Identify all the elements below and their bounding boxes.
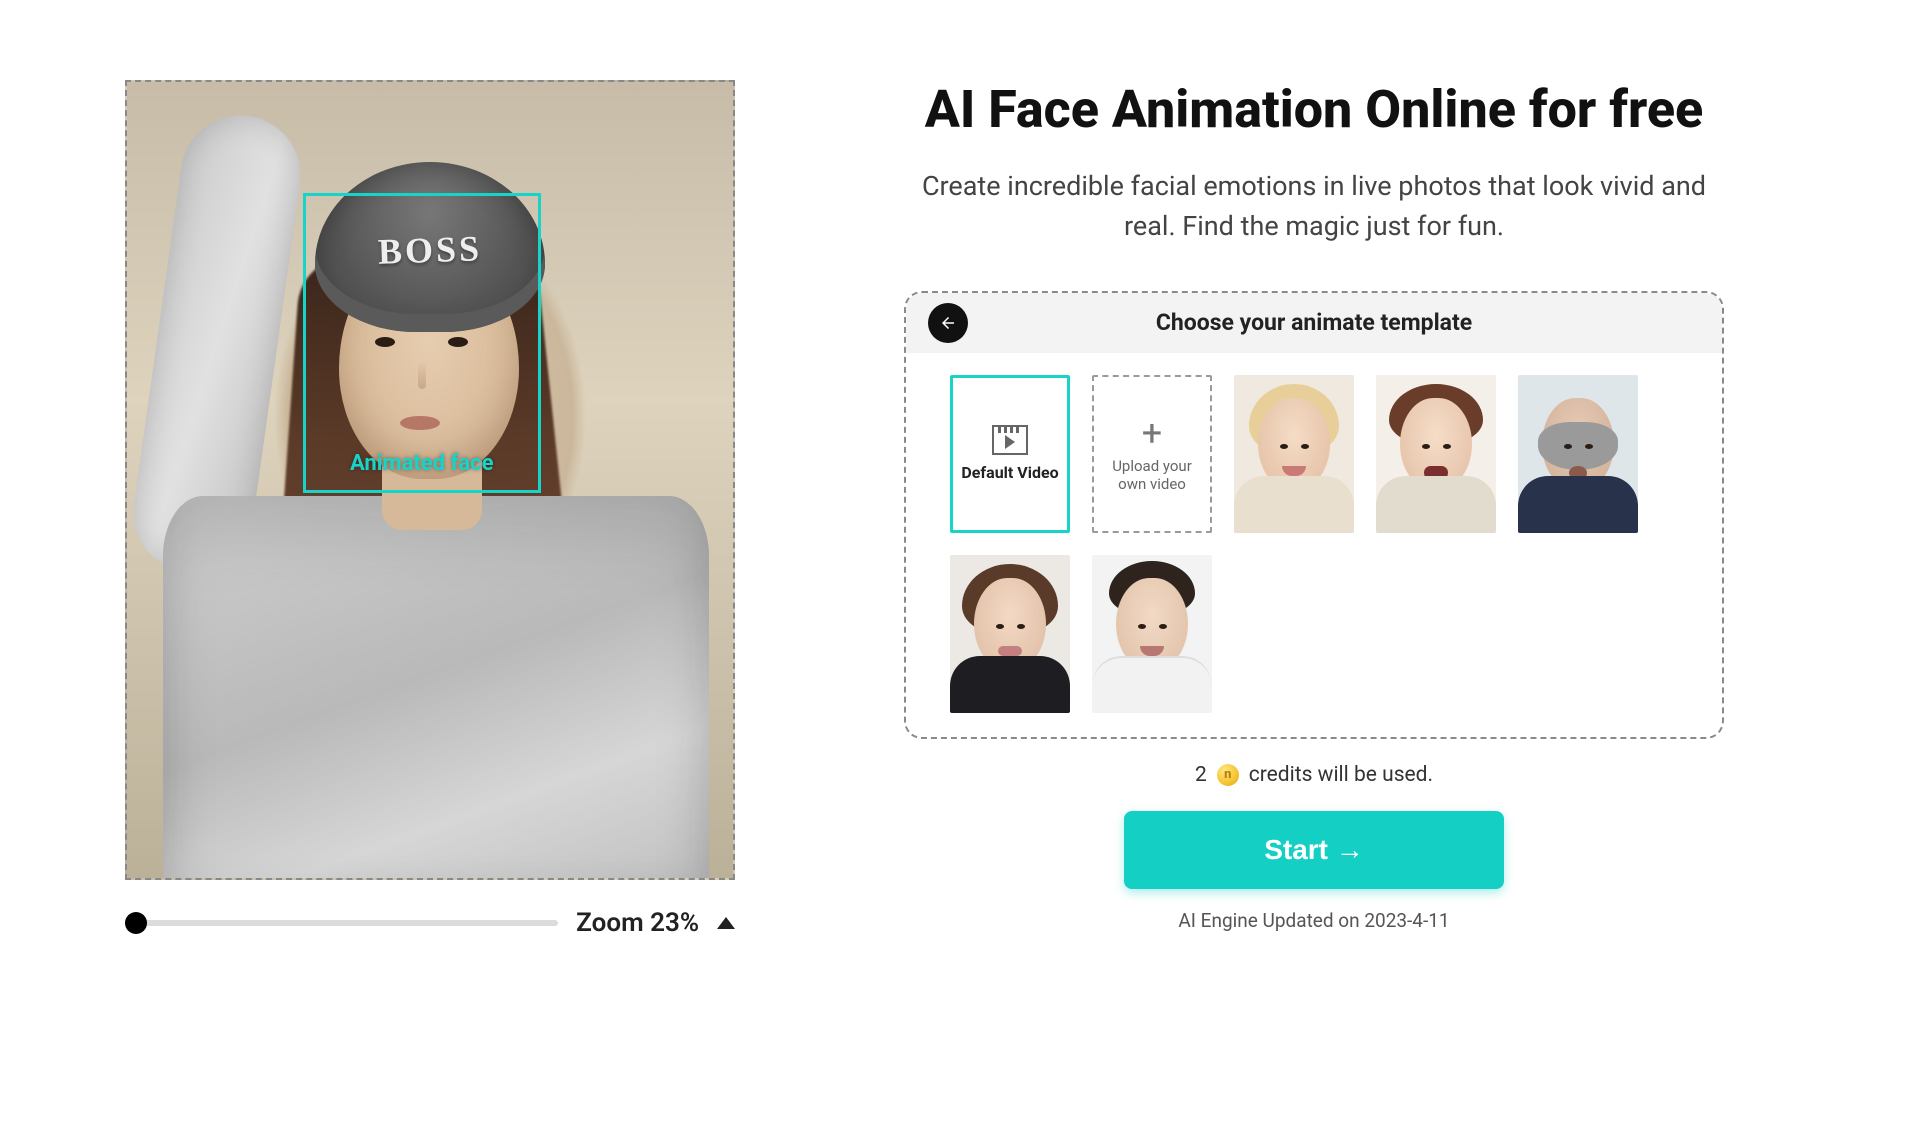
template-panel: Choose your animate template Default Vid… <box>904 291 1724 739</box>
face-thumbnail <box>1234 375 1354 533</box>
credit-usage-text: 2 n credits will be used. <box>1195 763 1433 787</box>
back-button[interactable] <box>928 303 968 343</box>
face-thumbnail <box>1518 375 1638 533</box>
template-upload-own[interactable]: + Upload your own video <box>1092 375 1212 533</box>
image-canvas[interactable]: Animated face <box>125 80 735 880</box>
template-header: Choose your animate template <box>906 293 1722 353</box>
template-panel-title: Choose your animate template <box>1156 309 1472 336</box>
face-box-label: Animated face <box>350 451 494 476</box>
engine-updated-text: AI Engine Updated on 2023-4-11 <box>1178 909 1449 932</box>
face-thumbnail <box>1092 555 1212 713</box>
zoom-slider-thumb[interactable] <box>125 912 147 934</box>
template-label: Default Video <box>961 463 1058 482</box>
template-sample-2[interactable] <box>1376 375 1496 533</box>
template-sample-4[interactable] <box>950 555 1070 713</box>
start-button[interactable]: Start → <box>1124 811 1504 889</box>
face-thumbnail <box>950 555 1070 713</box>
template-label: Upload your own video <box>1094 457 1210 493</box>
arrow-left-icon <box>939 314 957 332</box>
zoom-control: Zoom 23% <box>125 908 735 938</box>
zoom-slider[interactable] <box>125 920 558 926</box>
coin-icon: n <box>1217 764 1239 786</box>
face-thumbnail <box>1376 375 1496 533</box>
template-sample-3[interactable] <box>1518 375 1638 533</box>
plus-icon: + <box>1142 415 1162 451</box>
template-default-video[interactable]: Default Video <box>950 375 1070 533</box>
face-detection-box[interactable]: Animated face <box>303 193 541 493</box>
credit-suffix: credits will be used. <box>1249 763 1433 787</box>
page-title: AI Face Animation Online for free <box>925 80 1704 140</box>
page-subtitle: Create incredible facial emotions in liv… <box>904 166 1724 247</box>
start-button-label: Start → <box>1264 834 1364 866</box>
credit-amount: 2 <box>1195 763 1207 787</box>
zoom-value-label: Zoom 23% <box>576 908 699 938</box>
template-sample-5[interactable] <box>1092 555 1212 713</box>
template-grid: Default Video + Upload your own video <box>906 353 1722 713</box>
template-sample-1[interactable] <box>1234 375 1354 533</box>
video-icon <box>992 425 1028 455</box>
zoom-caret-icon[interactable] <box>717 917 735 929</box>
